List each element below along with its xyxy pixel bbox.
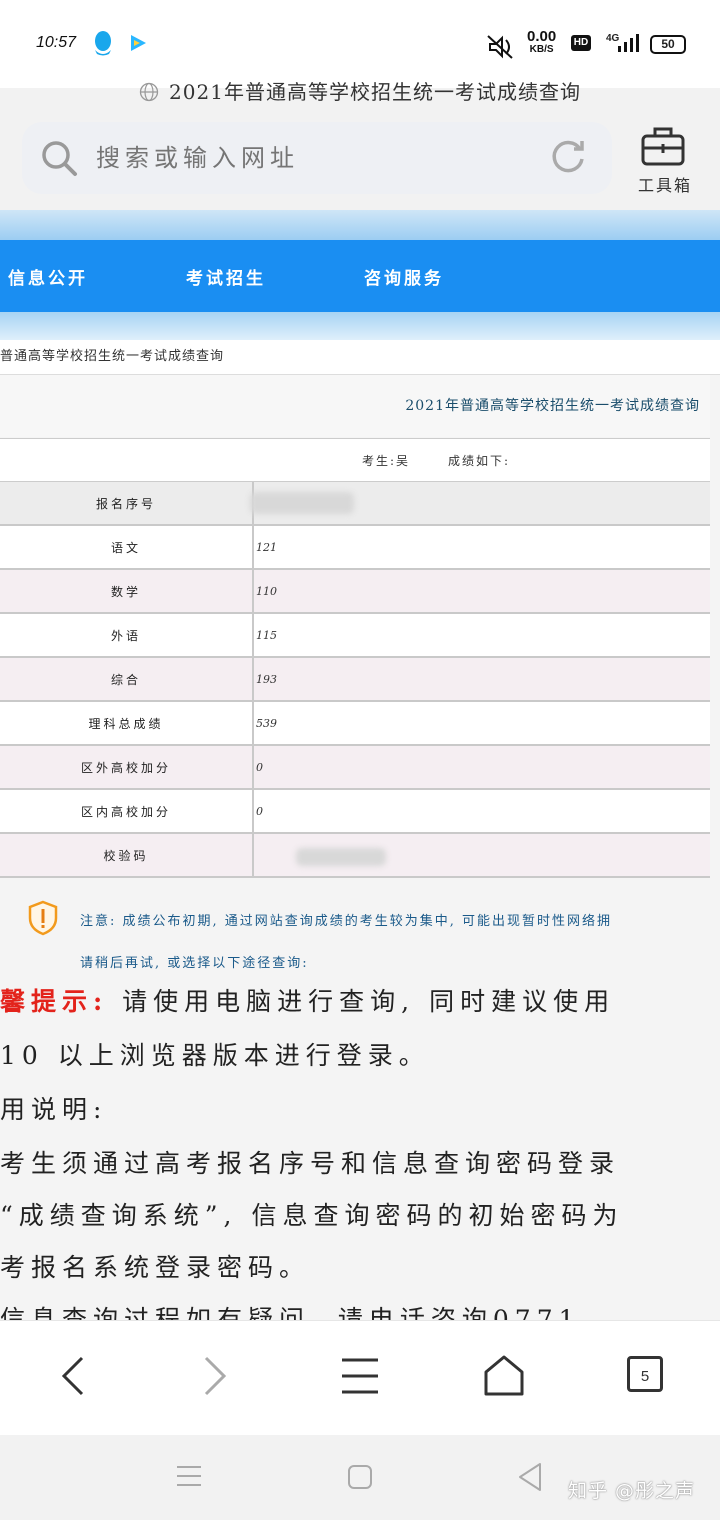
score-intro: 成绩如下: — [448, 454, 511, 468]
row-value: 0 — [256, 805, 263, 818]
usage-title: 用说明: — [0, 1095, 108, 1124]
row-label: 区外高校加分 — [0, 746, 254, 788]
nav-item-consult[interactable]: 咨询服务 — [364, 264, 444, 289]
student-name: 考生:吴 — [362, 454, 411, 468]
system-back-icon[interactable] — [516, 1462, 544, 1492]
row-label: 报名序号 — [0, 482, 254, 524]
notice-text-2: 请稍后再试, 或选择以下途径查询: — [80, 956, 309, 971]
row-value: 193 — [256, 673, 277, 686]
network-speed: 0.00 KB/S — [527, 28, 557, 55]
usage-line-3: 考报名系统登录密码。 — [0, 1253, 311, 1282]
header-stripe-bottom — [0, 312, 720, 340]
table-row: 区外高校加分 0 — [0, 746, 710, 790]
row-value: 539 — [256, 717, 277, 730]
watermark-text: 知乎 @彤之声 — [568, 1480, 696, 1502]
web-content: 信息公开 考试招生 咨询服务 普通高等学校招生统一考试成绩查询 2021年普通高… — [0, 210, 720, 1320]
signal-icon — [618, 34, 639, 52]
menu-icon[interactable] — [340, 1356, 380, 1396]
row-label: 校验码 — [0, 834, 254, 876]
breadcrumb: 普通高等学校招生统一考试成绩查询 — [0, 340, 720, 375]
table-row: 区内高校加分 0 — [0, 790, 710, 834]
notice-text-1: 注意: 成绩公布初期, 通过网站查询成绩的考生较为集中, 可能出现暂时性网络拥 — [80, 914, 613, 929]
browser-page-title: 2021年普通高等学校招生统一考试成绩查询 — [0, 76, 720, 108]
qq-icon — [95, 31, 111, 56]
row-value: 110 — [256, 585, 277, 598]
toolbox-label[interactable]: 工具箱 — [630, 172, 700, 196]
tip-line-2: 10 以上浏览器版本进行登录。 — [0, 1041, 430, 1070]
redacted-area — [296, 848, 386, 866]
row-value: 121 — [256, 541, 277, 554]
nav-item-exam[interactable]: 考试招生 — [186, 264, 266, 289]
toolbox-icon[interactable] — [640, 124, 686, 168]
redacted-area — [250, 492, 354, 514]
forward-icon[interactable] — [200, 1356, 230, 1396]
recent-apps-icon[interactable] — [176, 1464, 202, 1488]
reload-icon[interactable] — [548, 137, 588, 177]
table-row: 语文 121 — [0, 526, 710, 570]
tip-line: 馨提示: 请使用电脑进行查询, 同时建议使用 — [0, 982, 615, 1018]
status-time: 10:57 — [36, 34, 77, 51]
tip-text: 请使用电脑进行查询, 同时建议使用 — [108, 987, 616, 1016]
search-icon — [42, 141, 77, 176]
table-row: 理科总成绩 539 — [0, 702, 710, 746]
row-label: 外语 — [0, 614, 254, 656]
table-row: 数学 110 — [0, 570, 710, 614]
header-stripe — [0, 210, 720, 240]
table-row: 报名序号 — [0, 482, 710, 526]
shield-warning-icon — [28, 900, 58, 936]
site-nav — [0, 240, 720, 312]
system-home-icon[interactable] — [347, 1464, 373, 1490]
tip-label: 馨提示: — [0, 987, 109, 1016]
search-input[interactable] — [96, 140, 516, 176]
table-row: 综合 193 — [0, 658, 710, 702]
globe-icon — [139, 82, 159, 102]
table-row: 外语 115 — [0, 614, 710, 658]
table-row: 校验码 — [0, 834, 710, 878]
nav-item-info[interactable]: 信息公开 — [8, 264, 88, 289]
back-icon[interactable] — [58, 1356, 88, 1396]
usage-line-2: “成绩查询系统”, 信息查询密码的初始密码为 — [0, 1201, 624, 1230]
hd-badge: HD — [571, 35, 591, 51]
usage-line-1: 考生须通过高考报名序号和信息查询密码登录 — [0, 1149, 621, 1178]
student-info: 考生:吴 成绩如下: — [0, 438, 710, 482]
battery-indicator: 50 — [650, 35, 686, 54]
row-label: 数学 — [0, 570, 254, 612]
video-app-icon — [131, 35, 146, 51]
usage-line-4: 信息查询过程如有疑问, 请电话咨询0771- — [0, 1305, 595, 1320]
row-label: 区内高校加分 — [0, 790, 254, 832]
tabs-button[interactable]: 5 — [627, 1356, 663, 1392]
result-title: 2021年普通高等学校招生统一考试成绩查询 — [0, 375, 710, 437]
row-label: 综合 — [0, 658, 254, 700]
row-value: 0 — [256, 761, 263, 774]
row-value: 115 — [256, 629, 277, 642]
home-icon[interactable] — [482, 1354, 526, 1396]
row-label: 理科总成绩 — [0, 702, 254, 744]
row-label: 语文 — [0, 526, 254, 568]
